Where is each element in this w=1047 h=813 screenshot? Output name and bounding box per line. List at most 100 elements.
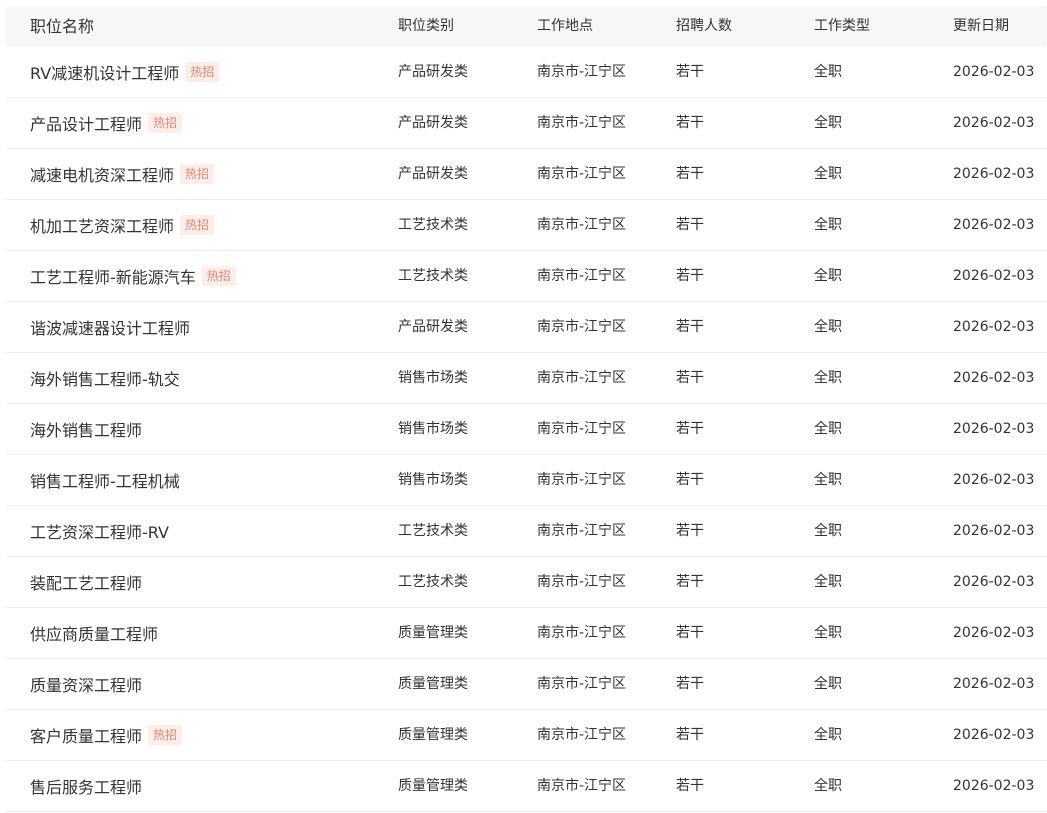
headcount-cell: 若干 [676, 625, 704, 641]
updated-date-cell: 2026-02-03 [953, 370, 1035, 386]
location-cell: 南京市-江宁区 [537, 64, 627, 80]
work-type-cell: 全职 [814, 625, 842, 641]
job-name-cell[interactable]: 工艺资深工程师-RV [30, 506, 169, 558]
job-category-cell: 质量管理类 [398, 625, 468, 641]
location-cell: 南京市-江宁区 [537, 319, 627, 335]
table-row[interactable]: 质量资深工程师 质量管理类 南京市-江宁区 若干 全职 2026-02-03 [6, 659, 1047, 710]
job-name-link[interactable]: 产品设计工程师 [30, 115, 142, 134]
headcount-cell: 若干 [676, 268, 704, 284]
job-name-link[interactable]: 减速电机资深工程师 [30, 166, 174, 185]
table-row[interactable]: 机加工艺资深工程师 热招 工艺技术类 南京市-江宁区 若干 全职 2026-02-03 [6, 200, 1047, 251]
job-name-cell[interactable]: 海外销售工程师 [30, 404, 142, 456]
headcount-cell: 若干 [676, 676, 704, 692]
table-row[interactable]: 销售工程师-工程机械 销售市场类 南京市-江宁区 若干 全职 2026-02-03 [6, 455, 1047, 506]
job-list-table: 职位名称 职位类别 工作地点 招聘人数 工作类型 更新日期 RV减速机设计工程师… [6, 6, 1047, 812]
job-name-link[interactable]: 客户质量工程师 [30, 727, 142, 746]
job-category-cell: 工艺技术类 [398, 523, 468, 539]
location-cell: 南京市-江宁区 [537, 727, 627, 743]
table-row[interactable]: 海外销售工程师-轨交 销售市场类 南京市-江宁区 若干 全职 2026-02-03 [6, 353, 1047, 404]
updated-date-cell: 2026-02-03 [953, 676, 1035, 692]
header-work-type: 工作类型 [814, 18, 870, 34]
job-name-cell[interactable]: 工艺工程师-新能源汽车 热招 [30, 251, 236, 303]
header-updated-date: 更新日期 [953, 18, 1009, 34]
hot-badge: 热招 [148, 724, 183, 745]
job-name-cell[interactable]: 装配工艺工程师 [30, 557, 142, 609]
updated-date-cell: 2026-02-03 [953, 319, 1035, 335]
header-location: 工作地点 [537, 18, 593, 34]
work-type-cell: 全职 [814, 574, 842, 590]
location-cell: 南京市-江宁区 [537, 472, 627, 488]
job-name-cell[interactable]: 减速电机资深工程师 热招 [30, 149, 215, 201]
job-category-cell: 工艺技术类 [398, 268, 468, 284]
work-type-cell: 全职 [814, 472, 842, 488]
updated-date-cell: 2026-02-03 [953, 523, 1035, 539]
job-name-link[interactable]: 海外销售工程师 [30, 421, 142, 440]
location-cell: 南京市-江宁区 [537, 574, 627, 590]
table-row[interactable]: 减速电机资深工程师 热招 产品研发类 南京市-江宁区 若干 全职 2026-02-03 [6, 149, 1047, 200]
job-name-link[interactable]: 供应商质量工程师 [30, 625, 158, 644]
job-name-cell[interactable]: 客户质量工程师 热招 [30, 710, 183, 762]
job-name-cell[interactable]: 供应商质量工程师 [30, 608, 158, 660]
job-name-link[interactable]: 销售工程师-工程机械 [30, 472, 180, 491]
hot-badge: 热招 [201, 265, 236, 286]
table-row[interactable]: 海外销售工程师 销售市场类 南京市-江宁区 若干 全职 2026-02-03 [6, 404, 1047, 455]
hot-badge: 热招 [148, 112, 183, 133]
job-name-link[interactable]: 机加工艺资深工程师 [30, 217, 174, 236]
location-cell: 南京市-江宁区 [537, 625, 627, 641]
table-row[interactable]: 产品设计工程师 热招 产品研发类 南京市-江宁区 若干 全职 2026-02-03 [6, 98, 1047, 149]
header-job-name: 职位名称 [30, 17, 95, 36]
job-category-cell: 销售市场类 [398, 370, 468, 386]
work-type-cell: 全职 [814, 370, 842, 386]
table-row[interactable]: 装配工艺工程师 工艺技术类 南京市-江宁区 若干 全职 2026-02-03 [6, 557, 1047, 608]
job-name-link[interactable]: 质量资深工程师 [30, 676, 142, 695]
job-name-link[interactable]: 谐波减速器设计工程师 [30, 319, 190, 338]
table-row[interactable]: 售后服务工程师 质量管理类 南京市-江宁区 若干 全职 2026-02-03 [6, 761, 1047, 812]
location-cell: 南京市-江宁区 [537, 523, 627, 539]
job-name-link[interactable]: 装配工艺工程师 [30, 574, 142, 593]
job-category-cell: 质量管理类 [398, 676, 468, 692]
job-name-cell[interactable]: 质量资深工程师 [30, 659, 142, 711]
headcount-cell: 若干 [676, 115, 704, 131]
work-type-cell: 全职 [814, 319, 842, 335]
table-row[interactable]: 客户质量工程师 热招 质量管理类 南京市-江宁区 若干 全职 2026-02-03 [6, 710, 1047, 761]
job-name-cell[interactable]: 销售工程师-工程机械 [30, 455, 180, 507]
updated-date-cell: 2026-02-03 [953, 64, 1035, 80]
job-category-cell: 工艺技术类 [398, 217, 468, 233]
job-name-cell[interactable]: RV减速机设计工程师 热招 [30, 47, 220, 99]
updated-date-cell: 2026-02-03 [953, 421, 1035, 437]
table-row[interactable]: 工艺工程师-新能源汽车 热招 工艺技术类 南京市-江宁区 若干 全职 2026-02-03 [6, 251, 1047, 302]
updated-date-cell: 2026-02-03 [953, 574, 1035, 590]
headcount-cell: 若干 [676, 727, 704, 743]
work-type-cell: 全职 [814, 64, 842, 80]
updated-date-cell: 2026-02-03 [953, 727, 1035, 743]
location-cell: 南京市-江宁区 [537, 676, 627, 692]
table-row[interactable]: 供应商质量工程师 质量管理类 南京市-江宁区 若干 全职 2026-02-03 [6, 608, 1047, 659]
work-type-cell: 全职 [814, 217, 842, 233]
job-name-link[interactable]: 售后服务工程师 [30, 778, 142, 797]
updated-date-cell: 2026-02-03 [953, 166, 1035, 182]
work-type-cell: 全职 [814, 166, 842, 182]
location-cell: 南京市-江宁区 [537, 268, 627, 284]
table-row[interactable]: RV减速机设计工程师 热招 产品研发类 南京市-江宁区 若干 全职 2026-02-03 [6, 47, 1047, 98]
job-name-cell[interactable]: 谐波减速器设计工程师 [30, 302, 190, 354]
location-cell: 南京市-江宁区 [537, 217, 627, 233]
work-type-cell: 全职 [814, 778, 842, 794]
updated-date-cell: 2026-02-03 [953, 778, 1035, 794]
job-category-cell: 销售市场类 [398, 472, 468, 488]
table-body: RV减速机设计工程师 热招 产品研发类 南京市-江宁区 若干 全职 2026-02-03 产品… [6, 47, 1047, 812]
table-header: 职位名称 职位类别 工作地点 招聘人数 工作类型 更新日期 [6, 6, 1047, 47]
headcount-cell: 若干 [676, 778, 704, 794]
location-cell: 南京市-江宁区 [537, 370, 627, 386]
work-type-cell: 全职 [814, 421, 842, 437]
job-name-cell[interactable]: 产品设计工程师 热招 [30, 98, 183, 150]
job-name-cell[interactable]: 海外销售工程师-轨交 [30, 353, 180, 405]
job-name-link[interactable]: 海外销售工程师-轨交 [30, 370, 180, 389]
job-name-cell[interactable]: 售后服务工程师 [30, 761, 142, 813]
job-name-link[interactable]: 工艺资深工程师-RV [30, 523, 169, 542]
table-row[interactable]: 谐波减速器设计工程师 产品研发类 南京市-江宁区 若干 全职 2026-02-03 [6, 302, 1047, 353]
job-name-cell[interactable]: 机加工艺资深工程师 热招 [30, 200, 215, 252]
job-name-link[interactable]: 工艺工程师-新能源汽车 [30, 268, 196, 287]
job-name-link[interactable]: RV减速机设计工程师 [30, 64, 179, 83]
table-row[interactable]: 工艺资深工程师-RV 工艺技术类 南京市-江宁区 若干 全职 2026-02-03 [6, 506, 1047, 557]
headcount-cell: 若干 [676, 370, 704, 386]
